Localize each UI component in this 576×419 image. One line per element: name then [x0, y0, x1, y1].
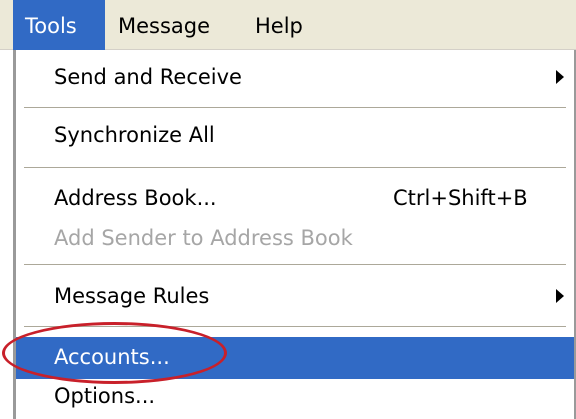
menu-tools[interactable]: Tools — [13, 0, 105, 50]
submenu-arrow-icon — [556, 289, 564, 303]
menu-item-add-sender-to-address-book: Add Sender to Address Book — [16, 215, 574, 259]
menu-item-accounts[interactable]: Accounts... — [16, 337, 574, 379]
menu-help-label: Help — [255, 14, 303, 38]
menu-separator — [24, 326, 566, 327]
menu-message-label: Message — [118, 14, 211, 38]
mail-client-tools-menu: Tools Message Help Send and Receive Sync… — [0, 0, 576, 419]
menu-separator — [24, 264, 566, 265]
menu-item-label: Add Sender to Address Book — [54, 226, 353, 250]
menu-bar: Tools Message Help — [0, 0, 576, 50]
menu-item-send-and-receive[interactable]: Send and Receive — [16, 54, 574, 98]
menu-item-label: Message Rules — [54, 284, 210, 308]
menu-item-label: Synchronize All — [54, 123, 215, 147]
menu-item-address-book[interactable]: Address Book... Ctrl+Shift+B — [16, 175, 574, 219]
submenu-arrow-icon — [556, 70, 564, 84]
menu-help[interactable]: Help — [255, 0, 303, 50]
menu-separator — [24, 107, 566, 108]
menu-item-label: Send and Receive — [54, 65, 242, 89]
tools-dropdown-menu: Send and Receive Synchronize All Address… — [13, 50, 576, 419]
menu-item-label: Options... — [54, 384, 156, 408]
menu-tools-label: Tools — [25, 14, 77, 38]
menu-separator — [24, 167, 566, 168]
menu-item-message-rules[interactable]: Message Rules — [16, 273, 574, 317]
menu-item-synchronize-all[interactable]: Synchronize All — [16, 112, 574, 156]
menu-item-label: Accounts... — [54, 345, 170, 369]
menu-item-options[interactable]: Options... — [16, 376, 574, 419]
menu-message[interactable]: Message — [118, 0, 210, 50]
